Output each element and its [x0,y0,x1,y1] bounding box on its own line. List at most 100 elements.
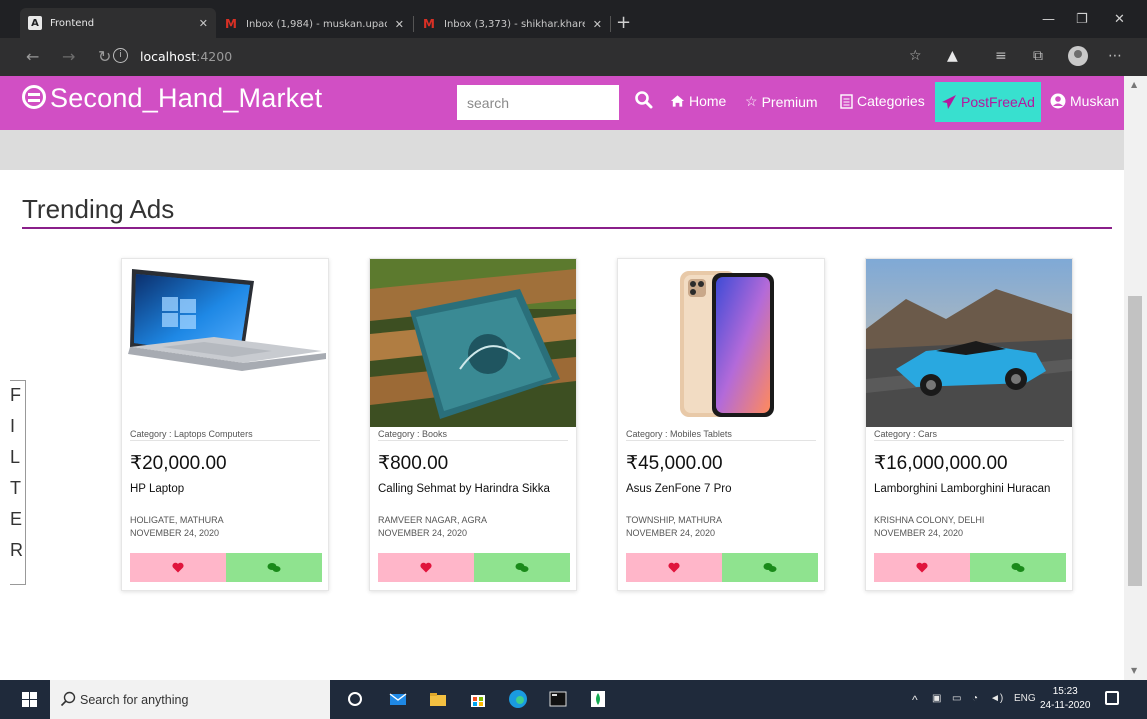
search-icon[interactable] [634,90,654,110]
volume-icon[interactable]: ◄) [990,693,1003,704]
taskbar-search-box[interactable]: Search for anything [50,680,330,719]
ad-card[interactable]: Category : Cars ₹16,000,000.00 Lamborghi… [865,258,1073,591]
nav-categories-link[interactable]: Categories [840,93,925,109]
forward-icon[interactable]: → [62,47,75,66]
filter-letter: R [10,540,23,560]
notification-center-icon[interactable] [1105,691,1119,705]
gmail-favicon-icon: M [423,17,435,31]
url-port: :4200 [196,49,233,64]
more-menu-icon[interactable]: ⋯ [1108,48,1122,64]
mongodb-compass-icon[interactable] [588,689,608,709]
nav-premium-link[interactable]: ☆ Premium [745,93,818,110]
ad-title[interactable]: Calling Sehmat by Harindra Sikka [378,483,550,495]
url-field[interactable]: localhost:4200 [140,49,232,64]
ad-card[interactable]: Category : Mobiles Tablets ₹45,000.00 As… [617,258,825,591]
page-scrollbar[interactable]: ▲ ▼ [1124,76,1147,680]
post-free-ad-button[interactable]: PostFreeAd [935,82,1041,122]
chat-button[interactable] [226,553,322,582]
ad-image-laptop[interactable] [122,259,328,427]
battery-icon[interactable]: ▭ [952,693,961,704]
star-icon: ☆ [745,93,758,109]
ad-date: NOVEMBER 24, 2020 [378,528,468,538]
profile-avatar-icon[interactable] [1068,46,1088,66]
favorite-star-icon[interactable]: ☆ [909,48,922,64]
edge-browser-icon[interactable] [508,689,528,709]
page-viewport: Second_Hand_Market Home ☆ Premium Catego… [0,76,1124,680]
brand-name: Second_Hand_Market [50,83,323,113]
filter-letter: L [10,447,21,467]
ad-title[interactable]: Lamborghini Lamborghini Huracan [874,483,1050,495]
ad-card[interactable]: Category : Laptops Computers ₹20,000.00 … [121,258,329,591]
terminal-icon[interactable] [548,689,568,709]
restore-icon[interactable]: ❐ [1076,12,1088,27]
tab-inbox-shikhar[interactable]: M Inbox (3,373) - shikhar.khare_cs1 ✕ [414,10,610,38]
tray-chevron-icon[interactable]: ^ [912,693,918,707]
store-icon[interactable] [468,689,488,709]
filter-toggle[interactable]: F I L T E R [10,380,26,585]
ad-title[interactable]: Asus ZenFone 7 Pro [626,483,731,495]
ad-category: Category : Mobiles Tablets [626,427,816,441]
tab-title: Inbox (3,373) - shikhar.khare_cs1 [444,18,585,30]
clock-date: 24-11-2020 [1040,700,1091,711]
browser-tab-strip: A Frontend ✕ M Inbox (1,984) - muskan.up… [0,0,1147,38]
nav-home-link[interactable]: Home [670,93,726,109]
close-tab-icon[interactable]: ✕ [593,18,602,31]
collections-icon[interactable]: ⧉ [1033,48,1043,64]
chat-button[interactable] [474,553,570,582]
tab-inbox-muskan[interactable]: M Inbox (1,984) - muskan.upadhya ✕ [216,10,412,38]
favorites-list-icon[interactable]: ≡ [995,48,1007,64]
close-tab-icon[interactable]: ✕ [199,17,208,30]
banner-strip [0,130,1124,170]
like-button[interactable] [874,553,970,582]
ad-image-car[interactable] [866,259,1072,427]
ad-image-book[interactable] [370,259,576,427]
new-tab-icon[interactable]: + [616,12,631,33]
tray-app-icon[interactable]: ▣ [932,693,941,704]
heart-icon [420,562,432,573]
like-button[interactable] [626,553,722,582]
windows-taskbar: Search for anything ^ ▣ ▭ ◔ ◄) ENG 15:23… [0,680,1147,719]
search-input[interactable] [457,85,619,120]
scroll-down-icon[interactable]: ▼ [1131,666,1137,675]
tab-title: Inbox (1,984) - muskan.upadhya [246,18,387,30]
extension-icon[interactable]: ▲ [947,48,958,64]
taskbar-clock[interactable]: 15:23 24-11-2020 [1040,685,1090,713]
back-icon[interactable]: ← [26,47,39,66]
tab-title: Frontend [50,17,95,29]
angular-favicon-icon: A [28,16,42,30]
chat-button[interactable] [722,553,818,582]
brand-logo[interactable]: Second_Hand_Market [22,83,322,114]
windows-start-icon[interactable] [22,692,37,707]
nav-user-label: Muskan [1070,93,1120,109]
ad-card[interactable]: Category : Books ₹800.00 Calling Sehmat … [369,258,577,591]
close-tab-icon[interactable]: ✕ [395,18,404,31]
scroll-up-icon[interactable]: ▲ [1131,80,1137,89]
gmail-favicon-icon: M [225,17,237,31]
like-button[interactable] [130,553,226,582]
home-icon [670,95,685,107]
search-icon [60,691,76,707]
ad-image-phone[interactable] [618,259,824,427]
input-language[interactable]: ENG [1014,693,1036,704]
file-explorer-icon[interactable] [428,689,448,709]
close-window-icon[interactable]: ✕ [1114,12,1125,27]
taskbar-search-placeholder: Search for anything [80,692,189,707]
wifi-icon[interactable]: ◔ [972,693,978,704]
cortana-icon[interactable] [345,689,365,709]
tab-frontend[interactable]: A Frontend ✕ [20,8,216,38]
ad-date: NOVEMBER 24, 2020 [626,528,716,538]
ad-title[interactable]: HP Laptop [130,483,184,495]
filter-letter: T [10,478,21,498]
mail-app-icon[interactable] [388,689,408,709]
chat-bubbles-icon [515,563,529,572]
like-button[interactable] [378,553,474,582]
minimize-icon[interactable]: — [1042,12,1055,27]
scrollbar-thumb[interactable] [1128,296,1142,586]
filter-letter: I [10,416,16,436]
nav-user-link[interactable]: Muskan [1050,93,1119,109]
chat-button[interactable] [970,553,1066,582]
site-info-icon[interactable]: i [113,48,128,63]
refresh-icon[interactable]: ↻ [98,47,111,66]
ad-location: HOLIGATE, MATHURA [130,515,224,525]
ad-date: NOVEMBER 24, 2020 [130,528,220,538]
